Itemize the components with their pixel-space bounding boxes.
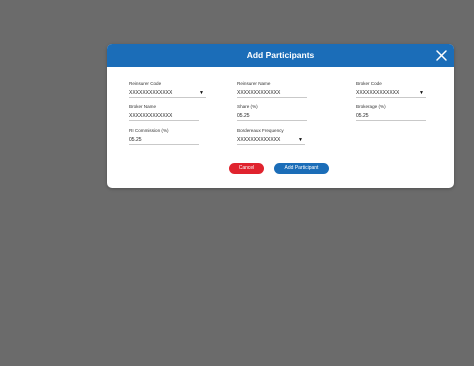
reinsurer-code-value: XXXXXXXXXXXXX	[129, 90, 173, 96]
add-participants-modal: Add Participants Reinsurer Code XXXXXXXX…	[107, 44, 454, 188]
chevron-down-icon[interactable]: ▼	[199, 90, 204, 97]
share-input[interactable]: 05.25	[237, 113, 307, 121]
ri-commission-value: 05.25	[129, 137, 142, 143]
broker-code-value: XXXXXXXXXXXXX	[356, 90, 400, 96]
broker-code-select[interactable]: XXXXXXXXXXXXX ▼	[356, 90, 426, 98]
broker-name-label: Broker Name	[129, 104, 157, 109]
brokerage-label: Brokerage (%)	[356, 104, 386, 109]
close-icon[interactable]	[435, 49, 448, 62]
broker-name-value: XXXXXXXXXXXXX	[129, 113, 173, 119]
bordereaux-frequency-field: Bordereaux Frequency XXXXXXXXXXXXX ▼	[237, 128, 305, 145]
ri-commission-field: RI Commission (%) 05.25	[129, 128, 199, 145]
reinsurer-name-field: Reinsurer Name XXXXXXXXXXXXX	[237, 81, 307, 98]
broker-code-label: Broker Code	[356, 81, 382, 86]
brokerage-input[interactable]: 05.25	[356, 113, 426, 121]
brokerage-value: 05.25	[356, 113, 369, 119]
reinsurer-code-select[interactable]: XXXXXXXXXXXXX ▼	[129, 90, 206, 98]
chevron-down-icon[interactable]: ▼	[419, 90, 424, 97]
share-label: Share (%)	[237, 104, 258, 109]
cancel-button[interactable]: Cancel	[229, 163, 264, 174]
reinsurer-name-label: Reinsurer Name	[237, 81, 271, 86]
modal-title: Add Participants	[246, 50, 315, 60]
add-participant-button[interactable]: Add Participant	[274, 163, 329, 174]
share-value: 05.25	[237, 113, 250, 119]
brokerage-field: Brokerage (%) 05.25	[356, 104, 426, 121]
reinsurer-name-input[interactable]: XXXXXXXXXXXXX	[237, 90, 307, 98]
reinsurer-code-field: Reinsurer Code XXXXXXXXXXXXX ▼	[129, 81, 206, 98]
broker-name-field: Broker Name XXXXXXXXXXXXX	[129, 104, 199, 121]
chevron-down-icon[interactable]: ▼	[298, 137, 303, 144]
bordereaux-frequency-value: XXXXXXXXXXXXX	[237, 137, 281, 143]
ri-commission-label: RI Commission (%)	[129, 128, 169, 133]
reinsurer-name-value: XXXXXXXXXXXXX	[237, 90, 281, 96]
reinsurer-code-label: Reinsurer Code	[129, 81, 162, 86]
bordereaux-frequency-label: Bordereaux Frequency	[237, 128, 284, 133]
bordereaux-frequency-select[interactable]: XXXXXXXXXXXXX ▼	[237, 137, 305, 145]
broker-code-field: Broker Code XXXXXXXXXXXXX ▼	[356, 81, 426, 98]
broker-name-input[interactable]: XXXXXXXXXXXXX	[129, 113, 199, 121]
ri-commission-input[interactable]: 05.25	[129, 137, 199, 145]
share-field: Share (%) 05.25	[237, 104, 307, 121]
modal-header: Add Participants	[107, 44, 454, 67]
